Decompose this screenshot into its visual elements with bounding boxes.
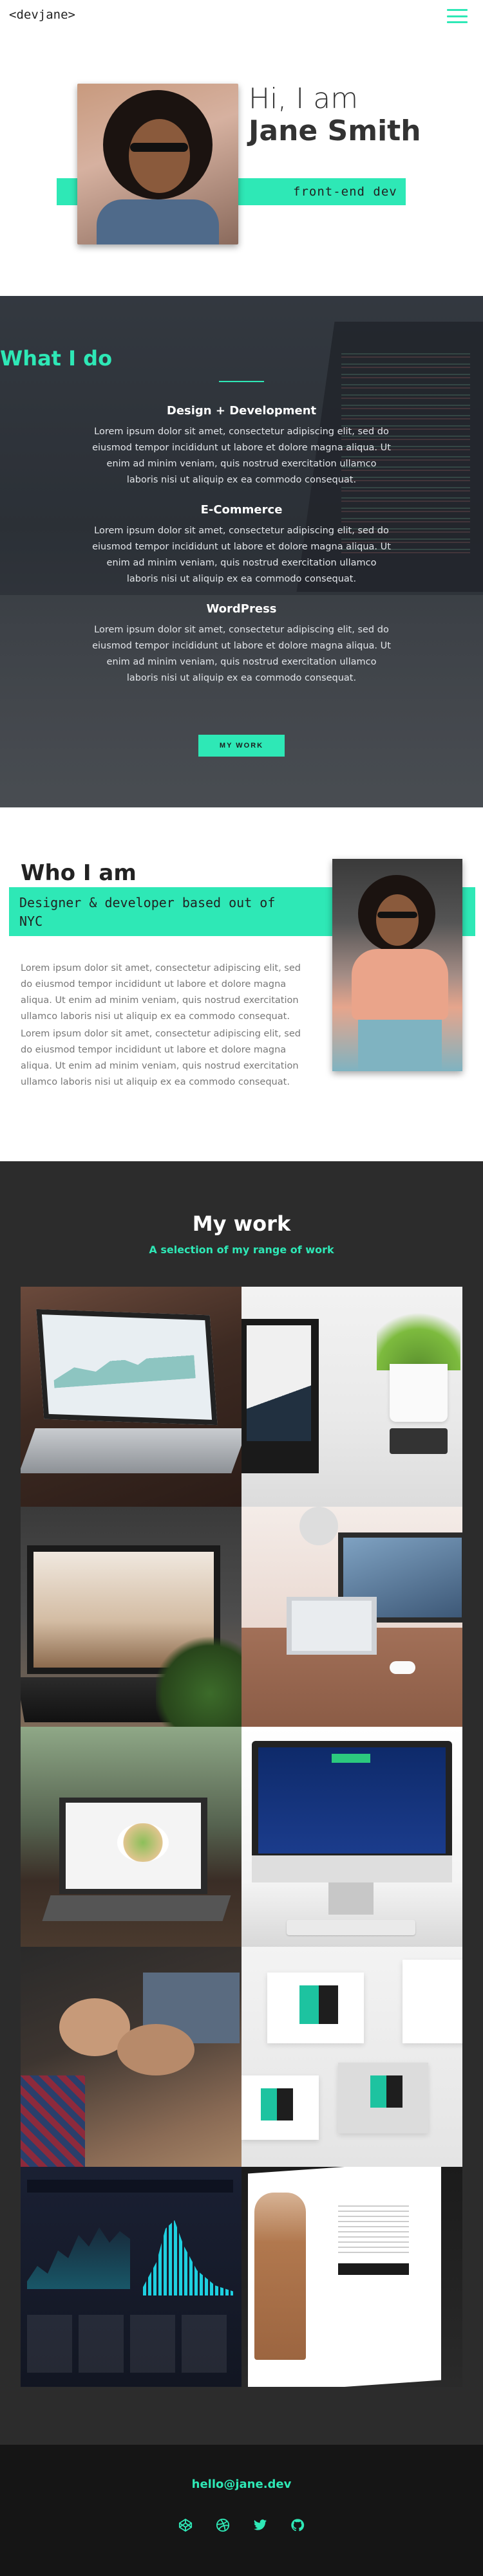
service-item: WordPress Lorem ipsum dolor sit amet, co… [90,602,393,686]
who-i-am-section: Who I am Designer & developer based out … [0,807,483,1161]
hero-name: Jane Smith [249,115,421,147]
my-work-section: My work A selection of my range of work [0,1161,483,2445]
site-logo[interactable]: <devjane> [9,8,75,22]
about-profile-photo [332,859,462,1071]
portfolio-grid [21,1287,462,2387]
hero-profile-photo [77,84,238,244]
portfolio-item-food-site[interactable] [21,1727,242,1947]
twitter-icon[interactable] [253,2518,267,2532]
site-footer: hello@jane.dev [0,2445,483,2576]
who-i-am-title: Who I am [21,860,137,886]
hero-section: Hi, I am Jane Smith front-end dev [0,77,483,296]
service-title: Design + Development [166,404,317,418]
site-header: <devjane> [0,0,483,77]
about-paragraph: Lorem ipsum dolor sit amet, consectetur … [21,963,301,1022]
github-icon[interactable] [290,2518,305,2532]
about-paragraph: Lorem ipsum dolor sit amet, consectetur … [21,1029,301,1087]
service-description: Lorem ipsum dolor sit amet, consectetur … [92,427,391,485]
hero-role: front-end dev [293,185,397,199]
portfolio-item-imac-site[interactable] [242,1727,462,1947]
portfolio-item-laptop-website[interactable] [21,1507,242,1727]
who-i-am-subtitle: Designer & developer based out of NYC [19,895,276,929]
contact-email-link[interactable]: hello@jane.dev [0,2478,483,2491]
my-work-button[interactable]: MY WORK [198,735,285,757]
portfolio-item-analytics-dashboard[interactable] [21,2167,242,2387]
codepen-icon[interactable] [178,2518,193,2532]
what-i-do-title: What I do [0,346,113,371]
hamburger-bar [447,21,468,23]
service-item: E-Commerce Lorem ipsum dolor sit amet, c… [90,503,393,587]
hero-greeting: Hi, I am [249,82,359,115]
service-item: Design + Development Lorem ipsum dolor s… [90,404,393,488]
portfolio-item-desk-plant[interactable] [242,1287,462,1507]
portfolio-item-workspace[interactable] [242,1507,462,1727]
hamburger-bar [447,9,468,11]
my-work-subtitle: A selection of my range of work [149,1244,334,1256]
service-title: WordPress [206,602,277,616]
portfolio-item-logo-branding[interactable] [242,1947,462,2167]
dribbble-icon[interactable] [216,2518,230,2532]
title-divider [219,381,264,382]
service-description: Lorem ipsum dolor sit amet, consectetur … [92,526,391,584]
what-i-do-section: What I do Design + Development Lorem ips… [0,296,483,807]
my-work-title: My work [192,1211,291,1236]
service-description: Lorem ipsum dolor sit amet, consectetur … [92,625,391,683]
service-title: E-Commerce [200,503,283,517]
portfolio-item-ecommerce-page[interactable] [242,2167,462,2387]
social-links [0,2518,483,2532]
hamburger-bar [447,15,468,17]
hamburger-icon[interactable] [447,9,468,23]
portfolio-item-dashboard-laptop[interactable] [21,1287,242,1507]
portfolio-item-team-meeting[interactable] [21,1947,242,2167]
